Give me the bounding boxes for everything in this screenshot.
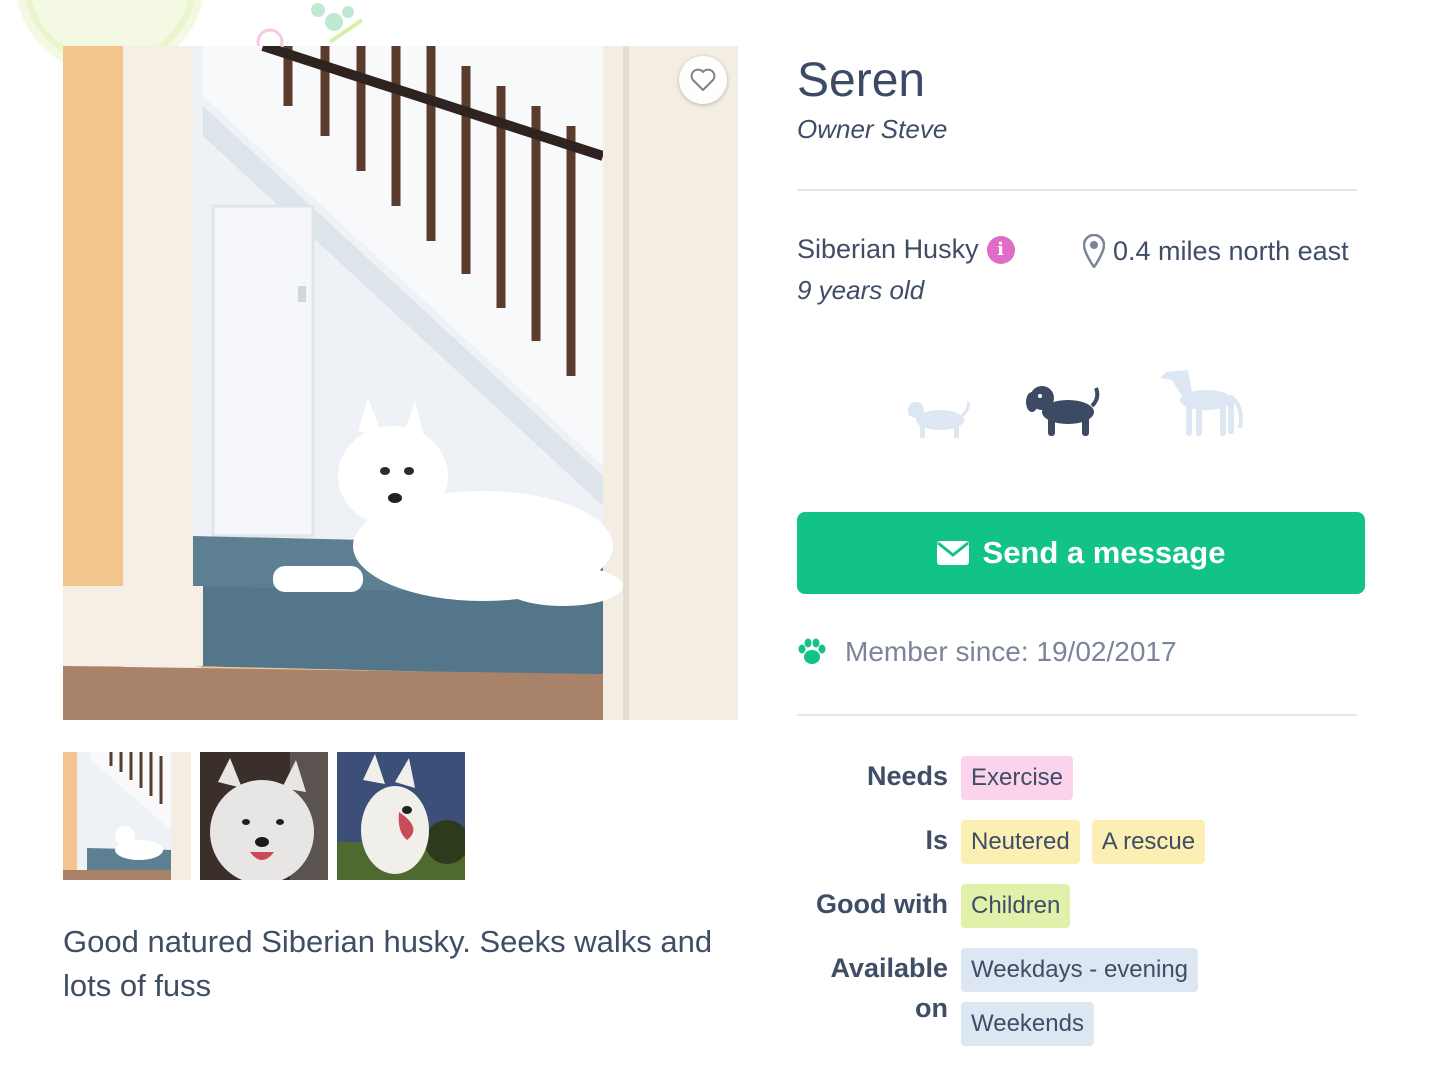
divider-bottom — [797, 714, 1357, 716]
trait-is: Is Neutered A rescue — [797, 820, 1351, 864]
tag-neutered: Neutered — [961, 820, 1080, 864]
distance-text: 0.4 miles north east — [1113, 235, 1349, 266]
dog-age: 9 years old — [797, 275, 925, 305]
favourite-button[interactable] — [679, 56, 727, 104]
trait-label-good-with: Good with — [816, 889, 948, 919]
trait-available-on: Available on Weekdays - evening Weekends — [797, 948, 1351, 1046]
tag-rescue: A rescue — [1091, 820, 1206, 864]
tag-exercise: Exercise — [961, 756, 1074, 800]
trait-needs: Needs Exercise — [797, 756, 1351, 800]
photo-thumbnails — [63, 752, 465, 880]
trait-label-is: Is — [925, 825, 948, 855]
small-dog-icon — [908, 401, 970, 438]
dog-name: Seren — [797, 54, 926, 107]
trait-good-with: Good with Children — [797, 884, 1351, 928]
tag-weekends: Weekends — [961, 1002, 1094, 1046]
main-dog-photo[interactable] — [63, 46, 738, 720]
divider-top — [797, 189, 1357, 191]
heart-icon — [690, 68, 716, 91]
paw-icon — [798, 638, 826, 664]
thumbnail-2[interactable] — [200, 752, 328, 880]
location-pin-icon — [1083, 234, 1105, 268]
member-since: Member since: 19/02/2017 — [797, 636, 1177, 668]
thumbnail-1[interactable] — [63, 752, 191, 880]
info-icon[interactable]: i — [986, 235, 1015, 264]
breed-label: Siberian Husky — [797, 234, 979, 264]
thumbnail-3[interactable] — [337, 752, 465, 880]
send-message-label: Send a message — [982, 535, 1226, 570]
owner-name: Owner Steve — [797, 114, 948, 144]
tag-children: Children — [961, 884, 1071, 928]
send-message-button[interactable]: Send a message — [797, 512, 1365, 594]
large-dog-icon — [1160, 370, 1243, 436]
envelope-icon — [936, 541, 969, 565]
medium-dog-icon — [1026, 386, 1100, 436]
breed-row: Siberian Husky i — [797, 234, 1015, 265]
tag-weekdays-evening: Weekdays - evening — [961, 948, 1199, 992]
dog-description: Good natured Siberian husky. Seeks walks… — [63, 924, 713, 1003]
size-indicators — [900, 360, 1260, 450]
trait-label-available-on: Available on — [830, 953, 948, 1023]
location: 0.4 miles north east — [1083, 234, 1349, 268]
trait-label-needs: Needs — [866, 761, 948, 791]
member-since-text: Member since: 19/02/2017 — [845, 636, 1177, 667]
